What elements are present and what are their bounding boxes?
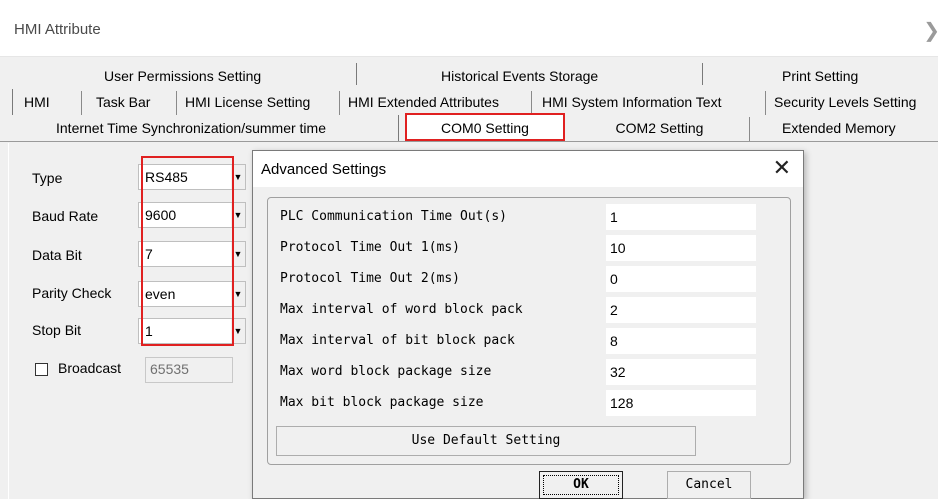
param-value-input[interactable]: 128 (606, 390, 756, 416)
parity-check-value: even (145, 286, 176, 302)
param-value-input[interactable]: 1 (606, 204, 756, 230)
stop-bit-value: 1 (145, 323, 153, 339)
dialog-titlebar: Advanced Settings ✕ (253, 151, 803, 187)
tab-separator (12, 89, 13, 115)
param-label: PLC Communication Time Out(s) (280, 209, 507, 224)
param-value-input[interactable]: 8 (606, 328, 756, 354)
param-value-input[interactable]: 10 (606, 235, 756, 261)
tab-separator (398, 115, 399, 141)
broadcast-label: Broadcast (58, 360, 122, 376)
broadcast-checkbox[interactable] (35, 363, 48, 376)
tab-task-bar[interactable]: Task Bar (92, 91, 177, 115)
tab-hmi-extended-attributes[interactable]: HMI Extended Attributes (344, 91, 532, 115)
tab-baseline (0, 141, 938, 142)
param-value-input[interactable]: 32 (606, 359, 756, 385)
params-group: PLC Communication Time Out(s) 1 Protocol… (267, 197, 791, 465)
tab-internet-time-sync[interactable]: Internet Time Synchronization/summer tim… (52, 117, 398, 141)
broadcast-input[interactable]: 65535 (145, 357, 233, 383)
param-label: Protocol Time Out 2(ms) (280, 271, 461, 286)
window-title: HMI Attribute (14, 21, 101, 38)
param-label: Max word block package size (280, 364, 492, 379)
chevron-down-icon[interactable]: ▼ (231, 282, 245, 306)
param-row: PLC Communication Time Out(s) 1 (280, 204, 780, 230)
param-row: Protocol Time Out 2(ms) 0 (280, 266, 780, 292)
param-row: Max word block package size 32 (280, 359, 780, 385)
cancel-button[interactable]: Cancel (667, 471, 751, 499)
type-value: RS485 (145, 169, 188, 185)
tab-extended-memory[interactable]: Extended Memory (778, 117, 900, 141)
stop-bit-label: Stop Bit (32, 322, 82, 338)
chevron-down-icon[interactable]: ▼ (231, 242, 245, 266)
param-row: Max interval of bit block pack 8 (280, 328, 780, 354)
data-bit-value: 7 (145, 246, 153, 262)
tab-hmi-license-setting[interactable]: HMI License Setting (181, 91, 340, 115)
ok-button[interactable]: OK (539, 471, 623, 499)
focus-ring (543, 475, 619, 495)
parity-check-label: Parity Check (32, 285, 112, 301)
tab-security-levels-setting[interactable]: Security Levels Setting (770, 91, 921, 115)
param-row: Max interval of word block pack 2 (280, 297, 780, 323)
window-titlebar: HMI Attribute ❯ (0, 0, 938, 56)
type-select[interactable]: RS485 ▼ (138, 164, 246, 190)
dialog-title: Advanced Settings (261, 161, 387, 178)
advanced-settings-dialog: Advanced Settings ✕ PLC Communication Ti… (252, 150, 804, 499)
data-bit-select[interactable]: 7 ▼ (138, 241, 246, 267)
tab-separator (356, 63, 357, 85)
tab-hmi-system-information-text[interactable]: HMI System Information Text (538, 91, 766, 115)
tab-hmi[interactable]: HMI (20, 91, 82, 115)
tab-print-setting[interactable]: Print Setting (778, 65, 863, 89)
param-value-input[interactable]: 0 (606, 266, 756, 292)
param-value-input[interactable]: 2 (606, 297, 756, 323)
param-row: Max bit block package size 128 (280, 390, 780, 416)
tab-com0-setting[interactable]: COM0 Setting (405, 113, 565, 141)
tab-com2-setting[interactable]: COM2 Setting (570, 117, 750, 141)
tab-separator (702, 63, 703, 85)
tab-historical-events-storage[interactable]: Historical Events Storage (437, 65, 603, 89)
parity-check-select[interactable]: even ▼ (138, 281, 246, 307)
window-close-icon[interactable]: ❯ (923, 18, 938, 43)
baud-rate-label: Baud Rate (32, 208, 99, 224)
param-row: Protocol Time Out 1(ms) 10 (280, 235, 780, 261)
close-icon[interactable]: ✕ (773, 155, 791, 181)
tab-user-permissions-setting[interactable]: User Permissions Setting (100, 65, 266, 89)
broadcast-value: 65535 (150, 361, 189, 377)
chevron-down-icon[interactable]: ▼ (231, 319, 245, 343)
baud-rate-select[interactable]: 9600 ▼ (138, 202, 246, 228)
data-bit-label: Data Bit (32, 247, 82, 263)
chevron-down-icon[interactable]: ▼ (231, 203, 245, 227)
chevron-down-icon[interactable]: ▼ (231, 165, 245, 189)
param-label: Protocol Time Out 1(ms) (280, 240, 461, 255)
baud-rate-value: 9600 (145, 207, 177, 223)
use-default-setting-button[interactable]: Use Default Setting (276, 426, 696, 456)
param-label: Max interval of bit block pack (280, 333, 515, 348)
param-label: Max bit block package size (280, 395, 484, 410)
stop-bit-select[interactable]: 1 ▼ (138, 318, 246, 344)
param-label: Max interval of word block pack (280, 302, 523, 317)
type-label: Type (32, 170, 63, 186)
